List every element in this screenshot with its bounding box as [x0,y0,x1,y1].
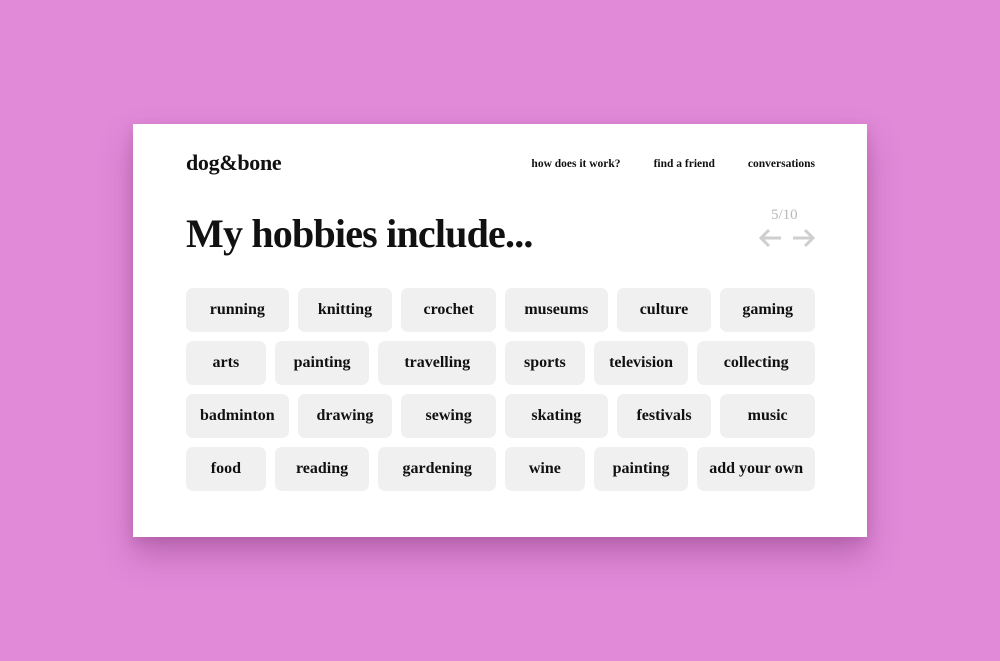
hobby-chip-travelling[interactable]: travelling [378,341,496,385]
hobby-chip-reading[interactable]: reading [274,447,370,491]
hobby-chip-drawing[interactable]: drawing [297,394,393,438]
hobby-chip-knitting[interactable]: knitting [297,288,393,332]
hobby-chip-arts[interactable]: arts [186,341,266,385]
hobby-row: arts painting travelling sports televisi… [186,341,815,385]
page-title: My hobbies include... [186,211,533,256]
hobby-chip-sports[interactable]: sports [505,341,585,385]
hobby-chip-collecting[interactable]: collecting [697,341,815,385]
hobby-chip-music[interactable]: music [720,394,815,438]
nav-link-conversations[interactable]: conversations [748,158,815,170]
hobby-chip-sewing[interactable]: sewing [401,394,496,438]
nav-link-how-it-works[interactable]: how does it work? [531,158,620,170]
hobby-chip-festivals[interactable]: festivals [616,394,712,438]
hobby-chip-television[interactable]: television [593,341,689,385]
hobby-chip-food[interactable]: food [186,447,266,491]
add-your-own-button[interactable]: add your own [697,447,815,491]
hobby-chip-culture[interactable]: culture [616,288,712,332]
hobby-chip-museums[interactable]: museums [505,288,608,332]
hobby-chip-running[interactable]: running [186,288,289,332]
hobby-chip-painting[interactable]: painting [274,341,370,385]
hobby-chip-badminton[interactable]: badminton [186,394,289,438]
hobbies-card: dog&bone how does it work? find a friend… [133,124,867,537]
brand-logo[interactable]: dog&bone [186,150,282,176]
hobby-chip-grid: running knitting crochet museums culture… [186,288,815,500]
hobby-chip-painting-2[interactable]: painting [593,447,689,491]
hobby-row: running knitting crochet museums culture… [186,288,815,332]
hobby-chip-wine[interactable]: wine [505,447,585,491]
top-nav: how does it work? find a friend conversa… [531,158,815,170]
hobby-row: badminton drawing sewing skating festiva… [186,394,815,438]
hobby-chip-gardening[interactable]: gardening [378,447,496,491]
hobby-chip-gaming[interactable]: gaming [720,288,815,332]
hobby-row: food reading gardening wine painting add… [186,447,815,491]
step-counter: 5/10 [771,207,798,223]
hobby-chip-crochet[interactable]: crochet [401,288,496,332]
arrow-right-icon [793,228,816,248]
next-step-button[interactable] [791,227,817,249]
previous-step-button[interactable] [757,227,783,249]
nav-link-find-a-friend[interactable]: find a friend [654,158,715,170]
arrow-left-icon [758,228,781,248]
hobby-chip-skating[interactable]: skating [505,394,608,438]
